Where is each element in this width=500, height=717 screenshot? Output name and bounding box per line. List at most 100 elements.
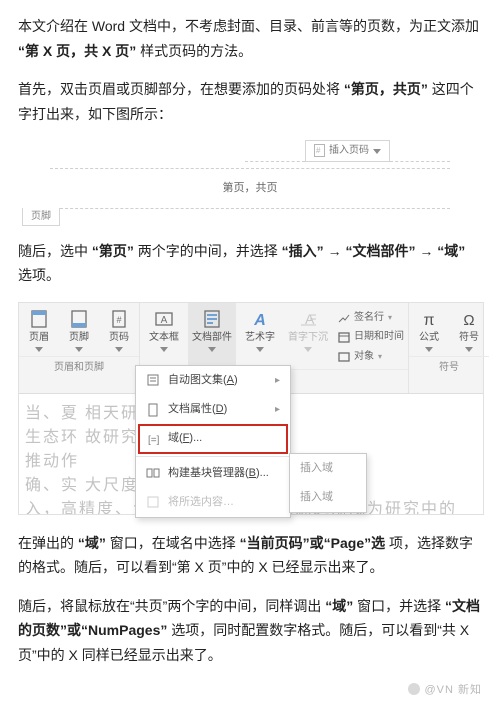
credit-text: @VN 新知 <box>424 684 482 696</box>
figure-header-footer: 插入页码 第页，共页 页脚 <box>50 140 450 223</box>
chevron-down-icon <box>35 347 43 352</box>
chevron-down-icon <box>75 347 83 352</box>
svg-text:π: π <box>423 312 434 329</box>
text: 随后，将鼠标放在“共页”两个字的中间，同样调出 <box>18 598 321 614</box>
insert-pagenum-button[interactable]: 插入页码 <box>305 140 390 162</box>
chevron-down-icon <box>373 149 381 154</box>
page-number-icon <box>314 144 325 157</box>
arrow: → <box>419 243 437 259</box>
signature-line-button[interactable]: 签名行▾ <box>338 309 404 327</box>
footer-icon <box>69 309 89 329</box>
text: 随后，选中 <box>18 243 88 259</box>
menu-item-field[interactable]: [=] 域(F)... <box>136 424 290 453</box>
svg-text:[=]: [=] <box>148 435 160 446</box>
header-button[interactable]: 页眉 <box>19 303 59 357</box>
textbox-icon: A <box>154 309 174 329</box>
svg-text:Ω: Ω <box>463 312 474 329</box>
label: 艺术字 <box>245 332 275 344</box>
label: 公式 <box>419 332 439 344</box>
save-selection-icon <box>146 495 160 509</box>
text: 两个字的中间，并选择 <box>138 243 278 259</box>
label: 文档属性(D) <box>168 400 227 419</box>
chevron-down-icon <box>160 347 168 352</box>
footer-center-text: 第页，共页 <box>223 179 278 198</box>
label: 签名行 <box>354 309 384 327</box>
equation-icon: π <box>419 309 439 329</box>
step2-paragraph: 随后，选中 “第页” 两个字的中间，并选择 “插入” → “文档部件” → “域… <box>18 239 482 288</box>
properties-icon <box>146 403 160 417</box>
label: 插入页码 <box>329 142 369 160</box>
footer-tab-label: 页脚 <box>22 208 60 227</box>
object-button[interactable]: 对象▾ <box>338 348 404 366</box>
label: 域(F)... <box>168 429 202 448</box>
svg-text:#: # <box>116 315 121 325</box>
text-bold: “当前页码”或“Page”选 <box>240 535 385 551</box>
chevron-down-icon <box>256 347 264 352</box>
text-bold: “第 X 页，共 X 页” <box>18 43 136 59</box>
header-icon <box>29 309 49 329</box>
text: 选项。 <box>18 267 60 283</box>
dropcap-button[interactable]: A 首字下沉 <box>284 303 332 370</box>
group-caption: 页眉和页脚 <box>19 356 139 380</box>
label: 文档部件 <box>192 332 232 344</box>
tooltip-line: 插入域 <box>290 483 366 512</box>
ribbon-mini-column: 签名行▾ 日期和时间 对象▾ <box>332 303 408 370</box>
step1-paragraph: 首先，双击页眉或页脚部分，在想要添加的页码处将 “第页，共页” 这四个字打出来，… <box>18 77 482 126</box>
tooltip-line: 插入域 <box>290 454 366 483</box>
organizer-icon <box>146 466 160 480</box>
submenu-arrow-icon: ▸ <box>275 401 280 419</box>
text-bold: “域” <box>325 598 353 614</box>
submenu-arrow-icon: ▸ <box>275 372 280 390</box>
equation-button[interactable]: π 公式 <box>409 303 449 357</box>
text-bold: “域” <box>78 535 106 551</box>
wordart-button[interactable]: A 艺术字 <box>236 303 284 370</box>
chevron-down-icon <box>208 347 216 352</box>
source-logo-icon <box>408 683 420 695</box>
text-bold: “第页” <box>92 243 134 259</box>
footer-button[interactable]: 页脚 <box>59 303 99 357</box>
menu-item-autotext[interactable]: 自动图文集(A) ▸ <box>136 366 290 395</box>
ribbon-group-header-footer: 页眉 页脚 # 页码 <box>19 303 140 393</box>
quick-parts-dropdown: 自动图文集(A) ▸ 文档属性(D) ▸ [=] 域(F)... 构建基块管理器… <box>135 365 291 518</box>
text: 窗口，在域名中选择 <box>110 535 236 551</box>
text: 在弹出的 <box>18 535 74 551</box>
source-credit: @VN 新知 <box>18 681 482 700</box>
pagenum-button[interactable]: # 页码 <box>99 303 139 357</box>
text: 样式页码的方法。 <box>140 43 252 59</box>
svg-text:A: A <box>253 312 266 329</box>
quick-parts-button[interactable]: 文档部件 <box>188 303 236 370</box>
autotext-icon <box>146 373 160 387</box>
wordart-icon: A <box>250 309 270 329</box>
label: 自动图文集(A) <box>168 371 238 390</box>
ribbon-group-symbols: π 公式 Ω 符号 符号 <box>408 303 489 393</box>
label: 页脚 <box>69 332 89 344</box>
label: 日期和时间 <box>354 328 404 346</box>
textbox-button[interactable]: A 文本框 <box>140 303 188 370</box>
chevron-down-icon <box>304 347 312 352</box>
dropcap-icon: A <box>298 309 318 329</box>
symbol-button[interactable]: Ω 符号 <box>449 303 489 357</box>
label: 对象 <box>354 348 374 366</box>
text: 首先，双击页眉或页脚部分，在想要添加的页码处将 <box>18 81 340 97</box>
text-bold: “文档部件” <box>345 243 415 259</box>
label: 首字下沉 <box>288 332 328 344</box>
field-tooltip: 插入域 插入域 <box>289 453 367 514</box>
text-bold: “第页，共页” <box>344 81 428 97</box>
menu-item-save-selection: 将所选内容… <box>136 488 290 517</box>
label: 符号 <box>459 332 479 344</box>
menu-item-doc-properties[interactable]: 文档属性(D) ▸ <box>136 395 290 424</box>
menu-item-building-blocks[interactable]: 构建基块管理器(B)... <box>136 459 290 488</box>
symbol-icon: Ω <box>459 309 479 329</box>
group-caption: 符号 <box>409 356 489 380</box>
label: 文本框 <box>149 332 179 344</box>
datetime-button[interactable]: 日期和时间 <box>338 328 404 346</box>
label: 页码 <box>109 332 129 344</box>
text-bold: “插入” <box>282 243 324 259</box>
page-number-icon: # <box>109 309 129 329</box>
step3-paragraph: 在弹出的 “域” 窗口，在域名中选择 “当前页码”或“Page”选 项，选择数字… <box>18 531 482 580</box>
step4-paragraph: 随后，将鼠标放在“共页”两个字的中间，同样调出 “域” 窗口，并选择 “文档的页… <box>18 594 482 668</box>
svg-text:A: A <box>161 315 168 326</box>
chevron-down-icon <box>115 347 123 352</box>
figure-ribbon-dropdown: 页眉 页脚 # 页码 <box>18 302 484 515</box>
text-bold: “域” <box>437 243 465 259</box>
